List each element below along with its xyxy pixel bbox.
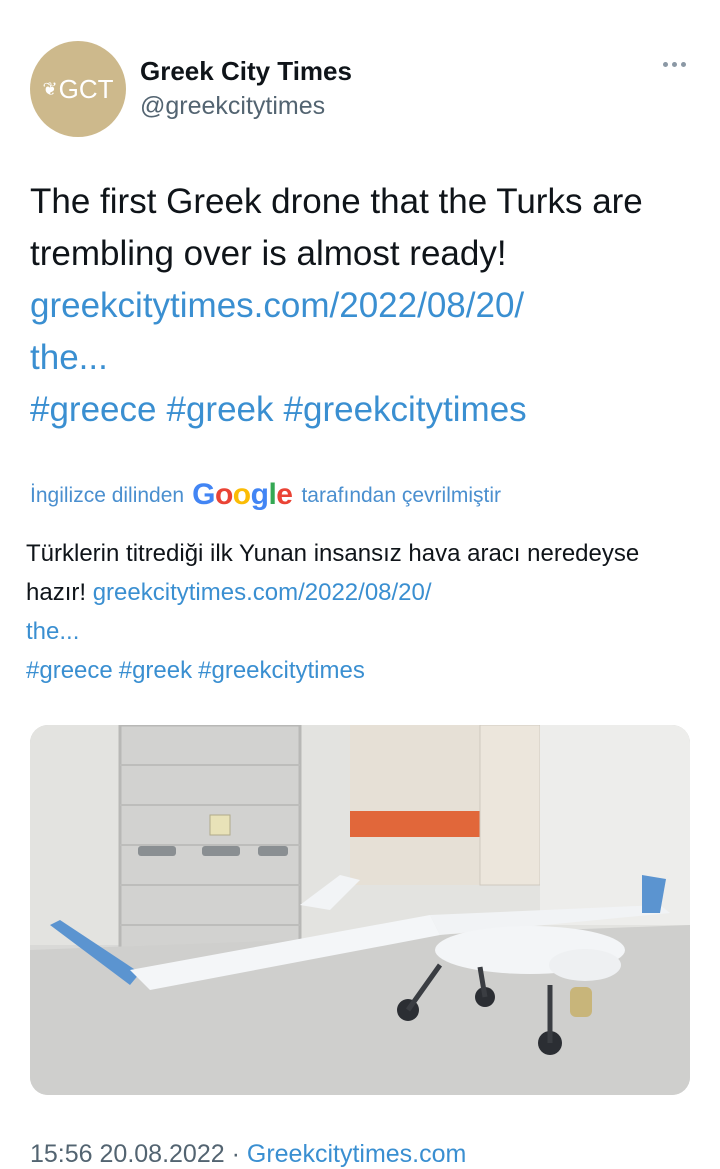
translated-hashtag-list: #greece #greek #greekcitytimes — [26, 651, 696, 690]
tweet-source[interactable]: Greekcitytimes.com — [247, 1140, 466, 1168]
media-image[interactable] — [30, 725, 690, 1095]
tweet-footer: 15:56 20.08.2022 · Greekcitytimes.com — [30, 1140, 466, 1169]
hashtag[interactable]: #greek — [119, 657, 192, 684]
hashtag[interactable]: #greekcitytimes — [284, 390, 527, 429]
account-handle[interactable]: @greekcitytimes — [140, 92, 325, 121]
hashtag[interactable]: #greek — [166, 390, 273, 429]
tweet-date: 20.08.2022 — [99, 1140, 225, 1168]
avatar[interactable]: ❦ GCT — [30, 41, 126, 137]
translated-by[interactable]: İngilizce dilinden Google tarafından çev… — [30, 478, 501, 514]
translated-link[interactable]: greekcitytimes.com/2022/08/20/the... — [26, 579, 432, 645]
translated-text: Türklerin titrediği ilk Yunan insansız h… — [26, 534, 696, 690]
tweet-text: The first Greek drone that the Turks are… — [30, 176, 690, 436]
hashtag[interactable]: #greece — [26, 657, 113, 684]
display-name[interactable]: Greek City Times — [140, 56, 352, 87]
tweet-link[interactable]: greekcitytimes.com/2022/08/20/ the... — [30, 280, 690, 384]
hashtag[interactable]: #greekcitytimes — [198, 657, 365, 684]
tweet-body: The first Greek drone that the Turks are… — [30, 182, 643, 273]
drone-photo — [30, 725, 690, 1095]
leaf-icon: ❦ — [42, 78, 58, 99]
footer-separator: · — [231, 1140, 240, 1168]
google-logo: Google — [192, 478, 293, 511]
avatar-text: GCT — [58, 73, 114, 104]
more-options-icon[interactable] — [663, 62, 686, 67]
tweet-time: 15:56 — [30, 1140, 93, 1168]
hashtag-list: #greece #greek #greekcitytimes — [30, 384, 690, 436]
hashtag[interactable]: #greece — [30, 390, 156, 429]
